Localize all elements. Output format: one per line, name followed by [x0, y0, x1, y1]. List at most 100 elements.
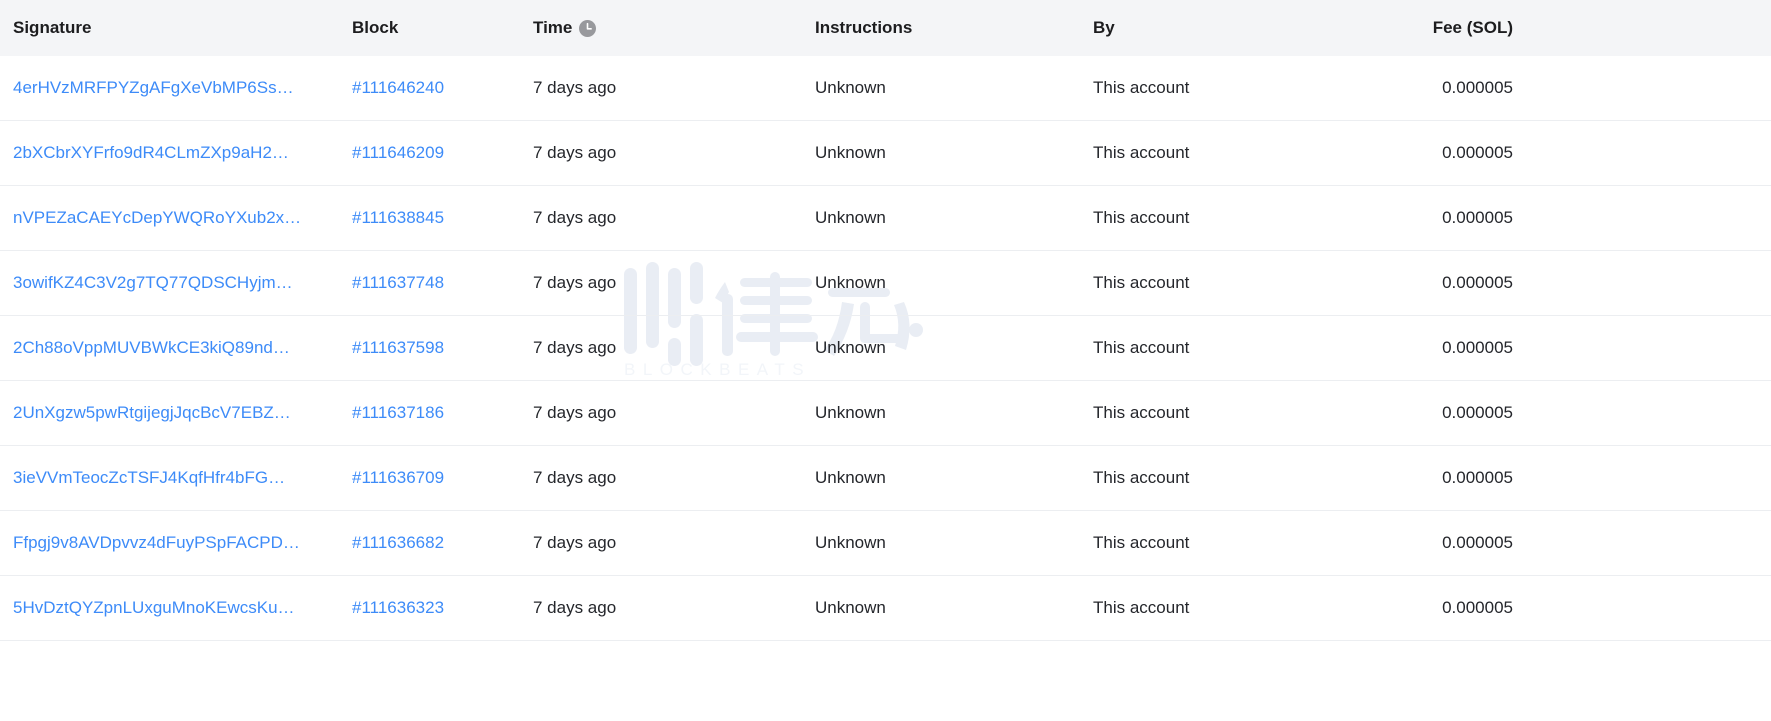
signature-wrap: nVPEZaCAEYcDepYWQRoYXub2x…	[13, 208, 318, 228]
signature-link[interactable]: 3ieVVmTeocZcTSFJ4KqfHfr4bFG…	[13, 468, 318, 488]
table-row[interactable]: 3ieVVmTeocZcTSFJ4KqfHfr4bFG… #111636709 7 …	[0, 446, 1771, 511]
block-link[interactable]: #111646240	[352, 78, 444, 98]
cell-fee: 0.000005	[1442, 338, 1513, 357]
cell-block: #111646209	[352, 143, 533, 163]
signature-link[interactable]: 5HvDztQYZpnLUxguMnoKEwcsKu…	[13, 598, 318, 618]
cell-signature: 2UnXgzw5pwRtgijegjJqcBcV7EBZ…	[0, 403, 352, 423]
cell-fee: 0.000005	[1442, 78, 1513, 97]
cell-time: 7 days ago	[533, 78, 617, 97]
cell-fee: 0.000005	[1442, 208, 1513, 227]
signature-wrap: 2bXCbrXYFrfo9dR4CLmZXp9aH2…	[13, 143, 318, 163]
column-header-label: Instructions	[815, 18, 913, 37]
cell-time: 7 days ago	[533, 143, 617, 162]
cell-time: 7 days ago	[533, 468, 617, 487]
cell-block: #111636323	[352, 598, 533, 618]
cell-by: This account	[1093, 78, 1190, 97]
cell-by: This account	[1093, 338, 1190, 357]
cell-fee: 0.000005	[1442, 273, 1513, 292]
cell-by: This account	[1093, 208, 1190, 227]
signature-wrap: 2UnXgzw5pwRtgijegjJqcBcV7EBZ…	[13, 403, 318, 423]
signature-wrap: 3owifKZ4C3V2g7TQ77QDSCHyjm…	[13, 273, 318, 293]
cell-instructions: Unknown	[815, 208, 886, 227]
block-link[interactable]: #111636323	[352, 598, 444, 618]
cell-signature: 3owifKZ4C3V2g7TQ77QDSCHyjm…	[0, 273, 352, 293]
cell-signature: Ffpgj9v8AVDpvvz4dFuyPSpFACPD…	[0, 533, 352, 553]
column-header-signature[interactable]: Signature	[0, 18, 352, 38]
table-row[interactable]: 2UnXgzw5pwRtgijegjJqcBcV7EBZ… #111637186 7…	[0, 381, 1771, 446]
cell-signature: 2bXCbrXYFrfo9dR4CLmZXp9aH2…	[0, 143, 352, 163]
table-body: 4erHVzMRFPYZgAFgXeVbMP6Ss… #111646240 7 da…	[0, 56, 1771, 641]
signature-wrap: 5HvDztQYZpnLUxguMnoKEwcsKu…	[13, 598, 318, 618]
block-link[interactable]: #111636682	[352, 533, 444, 553]
cell-time: 7 days ago	[533, 208, 617, 227]
column-header-label: Block	[352, 18, 399, 37]
table-row[interactable]: 3owifKZ4C3V2g7TQ77QDSCHyjm… #111637748 7 d…	[0, 251, 1771, 316]
table-row[interactable]: 5HvDztQYZpnLUxguMnoKEwcsKu… #111636323 7 d…	[0, 576, 1771, 641]
block-link[interactable]: #111637598	[352, 338, 444, 358]
cell-instructions: Unknown	[815, 403, 886, 422]
table-row[interactable]: 4erHVzMRFPYZgAFgXeVbMP6Ss… #111646240 7 da…	[0, 56, 1771, 121]
cell-instructions: Unknown	[815, 78, 886, 97]
signature-wrap: 4erHVzMRFPYZgAFgXeVbMP6Ss…	[13, 78, 318, 98]
cell-fee: 0.000005	[1442, 143, 1513, 162]
column-header-time[interactable]: Time	[533, 18, 815, 38]
column-header-label: Signature	[13, 18, 92, 37]
cell-signature: nVPEZaCAEYcDepYWQRoYXub2x…	[0, 208, 352, 228]
signature-wrap: 3ieVVmTeocZcTSFJ4KqfHfr4bFG…	[13, 468, 318, 488]
column-header-fee[interactable]: Fee (SOL)	[1432, 18, 1771, 38]
cell-signature: 3ieVVmTeocZcTSFJ4KqfHfr4bFG…	[0, 468, 352, 488]
column-header-instructions[interactable]: Instructions	[815, 18, 1093, 38]
cell-by: This account	[1093, 143, 1190, 162]
cell-time: 7 days ago	[533, 533, 617, 552]
cell-instructions: Unknown	[815, 273, 886, 292]
cell-instructions: Unknown	[815, 338, 886, 357]
signature-link[interactable]: Ffpgj9v8AVDpvvz4dFuyPSpFACPD…	[13, 533, 318, 553]
table-row[interactable]: 2bXCbrXYFrfo9dR4CLmZXp9aH2… #111646209 7 d…	[0, 121, 1771, 186]
block-link[interactable]: #111638845	[352, 208, 444, 228]
signature-link[interactable]: 3owifKZ4C3V2g7TQ77QDSCHyjm…	[13, 273, 318, 293]
cell-by: This account	[1093, 533, 1190, 552]
cell-fee: 0.000005	[1442, 598, 1513, 617]
column-header-by[interactable]: By	[1093, 18, 1434, 38]
signature-link[interactable]: 4erHVzMRFPYZgAFgXeVbMP6Ss…	[13, 78, 318, 98]
table-row[interactable]: nVPEZaCAEYcDepYWQRoYXub2x… #111638845 7 da…	[0, 186, 1771, 251]
table-header-row: Signature Block Time Instructions By Fee…	[0, 0, 1771, 56]
signature-wrap: Ffpgj9v8AVDpvvz4dFuyPSpFACPD…	[13, 533, 318, 553]
transactions-table: BLOCKBEATS Signature Block Time Instruct…	[0, 0, 1771, 721]
cell-block: #111646240	[352, 78, 533, 98]
cell-block: #111637598	[352, 338, 533, 358]
cell-block: #111638845	[352, 208, 533, 228]
cell-instructions: Unknown	[815, 598, 886, 617]
block-link[interactable]: #111636709	[352, 468, 444, 488]
cell-fee: 0.000005	[1442, 403, 1513, 422]
signature-link[interactable]: 2Ch88oVppMUVBWkCE3kiQ89nd…	[13, 338, 318, 358]
signature-link[interactable]: 2UnXgzw5pwRtgijegjJqcBcV7EBZ…	[13, 403, 318, 423]
cell-time: 7 days ago	[533, 338, 617, 357]
block-link[interactable]: #111637186	[352, 403, 444, 423]
cell-time: 7 days ago	[533, 273, 617, 292]
cell-signature: 2Ch88oVppMUVBWkCE3kiQ89nd…	[0, 338, 352, 358]
cell-fee: 0.000005	[1442, 468, 1513, 487]
block-link[interactable]: #111646209	[352, 143, 444, 163]
cell-signature: 5HvDztQYZpnLUxguMnoKEwcsKu…	[0, 598, 352, 618]
cell-instructions: Unknown	[815, 468, 886, 487]
cell-time: 7 days ago	[533, 403, 617, 422]
signature-wrap: 2Ch88oVppMUVBWkCE3kiQ89nd…	[13, 338, 318, 358]
cell-instructions: Unknown	[815, 533, 886, 552]
cell-block: #111636682	[352, 533, 533, 553]
signature-link[interactable]: 2bXCbrXYFrfo9dR4CLmZXp9aH2…	[13, 143, 318, 163]
cell-signature: 4erHVzMRFPYZgAFgXeVbMP6Ss…	[0, 78, 352, 98]
block-link[interactable]: #111637748	[352, 273, 444, 293]
column-header-block[interactable]: Block	[352, 18, 533, 38]
signature-link[interactable]: nVPEZaCAEYcDepYWQRoYXub2x…	[13, 208, 318, 228]
cell-fee: 0.000005	[1442, 533, 1513, 552]
column-header-label: Time	[533, 18, 573, 37]
table-row[interactable]: Ffpgj9v8AVDpvvz4dFuyPSpFACPD… #111636682 7…	[0, 511, 1771, 576]
column-header-label: Fee (SOL)	[1432, 18, 1513, 37]
table-row[interactable]: 2Ch88oVppMUVBWkCE3kiQ89nd… #111637598 7 da…	[0, 316, 1771, 381]
cell-block: #111637186	[352, 403, 533, 423]
cell-by: This account	[1093, 598, 1190, 617]
cell-instructions: Unknown	[815, 143, 886, 162]
cell-block: #111636709	[352, 468, 533, 488]
cell-by: This account	[1093, 403, 1190, 422]
